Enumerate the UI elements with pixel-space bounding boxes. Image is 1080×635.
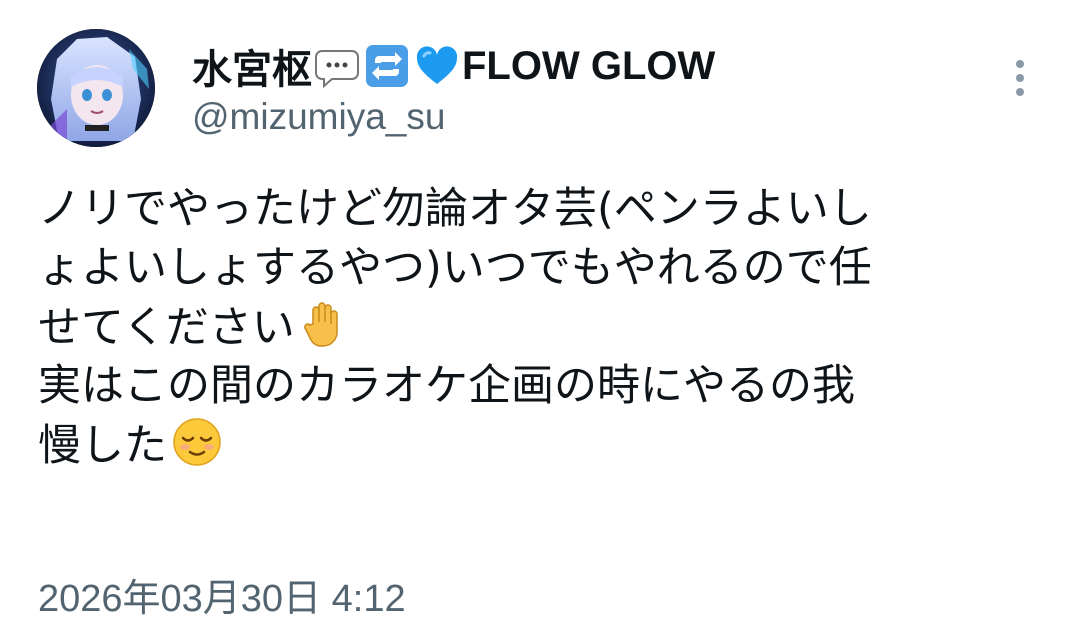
tweet-card: 水宮枢 FLOW GLOW @mizumiya_su ノリでやったけど勿論オタ芸… — [0, 0, 1080, 635]
blue-heart-icon — [414, 43, 460, 89]
display-name-suffix[interactable]: FLOW GLOW — [462, 44, 715, 89]
tweet-line: 実はこの間のカラオケ企画の時にやるの我 — [38, 361, 855, 411]
tweet-body: ノリでやったけど勿論オタ芸(ペンラよいし ょよいしょするやつ)いつでもやれるので… — [38, 180, 1038, 475]
author-handle[interactable]: @mizumiya_su — [192, 96, 445, 138]
tweet-timestamp[interactable]: 2026年03月30日 4:12 — [38, 567, 406, 622]
display-name[interactable]: 水宮枢 — [192, 37, 312, 95]
raised-hand-icon — [299, 298, 351, 350]
repeat-arrows-icon — [364, 43, 410, 89]
author-name-row[interactable]: 水宮枢 FLOW GLOW — [192, 37, 715, 95]
avatar[interactable] — [37, 29, 155, 147]
speech-bubble-icon — [314, 43, 360, 89]
tweet-line: 慢した — [38, 421, 167, 471]
tweet-line: ょよいしょするやつ)いつでもやれるので任 — [38, 243, 872, 293]
tweet-line-with-emoji: 慢した — [38, 416, 1038, 475]
more-options-button[interactable] — [1006, 54, 1034, 102]
relieved-face-icon — [171, 416, 223, 468]
tweet-line-with-emoji: せてください — [38, 298, 1038, 357]
tweet-line: せてください — [38, 303, 295, 353]
tweet-line: ノリでやったけど勿論オタ芸(ペンラよいし — [38, 184, 872, 234]
more-vertical-icon — [1016, 60, 1024, 96]
